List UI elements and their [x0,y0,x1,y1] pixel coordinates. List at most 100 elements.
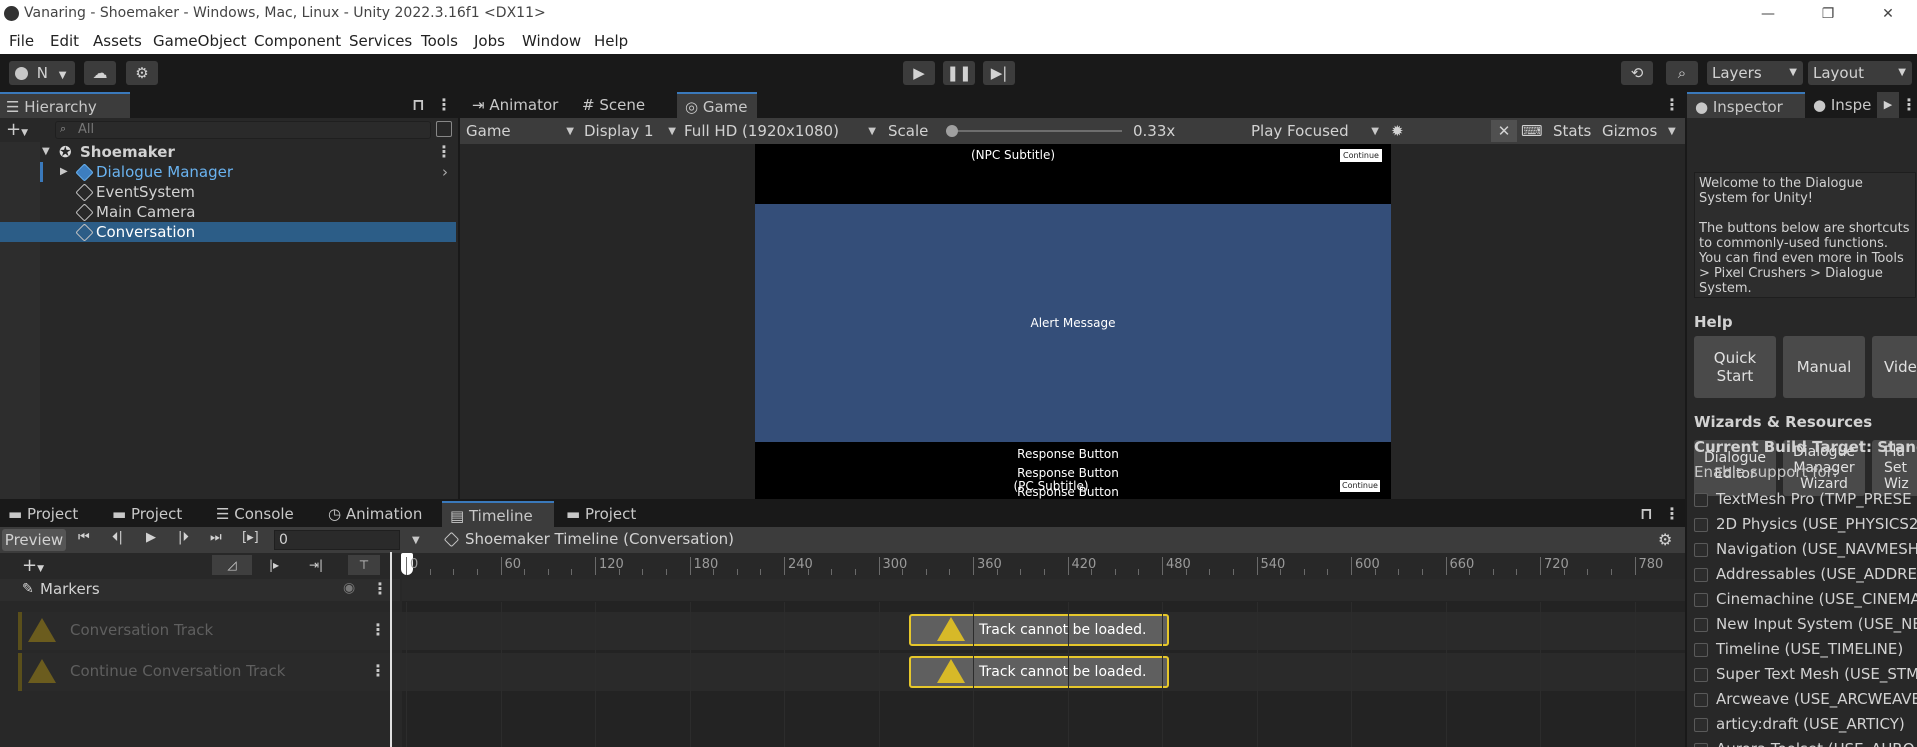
menu-assets[interactable]: Assets [93,32,142,50]
layout-dropdown[interactable]: Layout ▼ [1808,61,1912,85]
maximize-button[interactable]: ❐ [1808,2,1848,26]
step-button[interactable]: ▶| [983,61,1015,85]
play-mode-dropdown[interactable]: Play Focused ▼ [1251,120,1379,142]
hierarchy-item-conversation[interactable]: Conversation [0,222,456,242]
lock-icon[interactable]: ⊓ [1640,504,1653,523]
response-button-1[interactable]: Response Button [755,447,1381,461]
symbol-checkbox[interactable] [1694,493,1708,507]
tab-timeline[interactable]: ▤ Timeline [442,501,554,527]
menu-edit[interactable]: Edit [50,32,79,50]
chevron-down-icon[interactable]: ▼ [412,535,420,546]
next-frame-icon[interactable]: |⏵ [178,530,189,545]
symbol-checkbox[interactable] [1694,618,1708,632]
layers-dropdown[interactable]: Layers ▼ [1707,61,1803,85]
tab-hierarchy[interactable]: ☰ Hierarchy [0,92,130,118]
scene-visibility-icon[interactable] [436,121,452,137]
goto-end-icon[interactable]: ⏭ [210,530,222,545]
scene-more-icon[interactable]: ⋮ [436,142,452,162]
bug-icon[interactable]: ✹ [1391,120,1404,142]
chevron-right-icon[interactable]: › [442,162,448,182]
add-track-icon[interactable]: +▼ [22,555,44,576]
timeline-asset-breadcrumb[interactable]: Shoemaker Timeline (Conversation) [443,530,734,548]
settings-gear-icon[interactable]: ⚙ [1658,530,1672,549]
scale-slider[interactable] [946,125,1122,137]
menu-file[interactable]: File [9,32,34,50]
more-menu-icon[interactable]: ⋮ [372,579,388,598]
tab-console[interactable]: ☰ Console [208,501,320,527]
more-menu-icon[interactable]: ⋮ [436,95,452,114]
mute-audio-icon[interactable]: ✕ [1491,120,1517,142]
more-menu-icon[interactable]: ⋮ [1901,95,1917,114]
game-view-dropdown[interactable]: Game ▼ [466,120,574,142]
replace-mode-icon[interactable]: ⇥| [298,555,334,575]
tab-scene[interactable]: # Scene [570,92,666,118]
more-menu-icon[interactable]: ⋮ [1664,504,1680,523]
cloud-button[interactable]: ☁ [84,61,116,85]
quick-start-button[interactable]: Quick Start [1694,336,1776,398]
history-button[interactable]: ⟲ [1621,61,1653,85]
minimize-button[interactable]: — [1748,2,1788,26]
symbol-checkbox[interactable] [1694,568,1708,582]
account-dropdown[interactable]: N ▼ [9,61,75,85]
chevron-right-icon[interactable]: ▶ [1877,92,1899,118]
menu-tools[interactable]: Tools [421,32,458,50]
menu-services[interactable]: Services [349,32,412,50]
hierarchy-item-dialogue-manager[interactable]: ▶ Dialogue Manager › [0,162,456,182]
resolution-dropdown[interactable]: Full HD (1920x1080) ▼ [684,120,876,142]
hierarchy-item-main-camera[interactable]: Main Camera [0,202,456,222]
timeline-clip-error-2[interactable]: Track cannot be loaded. [909,656,1169,688]
preview-button[interactable]: Preview [2,529,66,551]
loop-icon[interactable]: [▸] [242,530,259,545]
menu-window[interactable]: Window [522,32,581,50]
timeline-clip-error-1[interactable]: Track cannot be loaded. [909,614,1169,646]
track-row-conversation[interactable]: Conversation Track ⋮ [18,612,1685,650]
continue-button-bottom[interactable]: Continue [1340,480,1380,492]
symbol-checkbox[interactable] [1694,743,1708,747]
add-icon[interactable]: +▼ [6,121,28,142]
menu-jobs[interactable]: Jobs [474,32,505,50]
close-button[interactable]: ✕ [1868,2,1908,26]
track-row-continue-conversation[interactable]: Continue Conversation Track ⋮ [18,653,1685,691]
menu-gameobject[interactable]: GameObject [153,32,247,50]
search-button[interactable]: ⌕ [1666,61,1698,85]
tab-inspector-2[interactable]: ● Inspe [1805,92,1883,118]
symbol-checkbox[interactable] [1694,643,1708,657]
continue-button-top[interactable]: Continue [1340,149,1382,162]
symbol-checkbox[interactable] [1694,518,1708,532]
response-button-2[interactable]: Response Button [755,466,1381,480]
manual-button[interactable]: Manual [1783,336,1865,398]
chevron-down-icon[interactable]: ▼ [1668,126,1676,137]
symbol-checkbox[interactable] [1694,543,1708,557]
ripple-mode-icon[interactable]: |▸ [256,555,292,575]
symbol-checkbox[interactable] [1694,718,1708,732]
symbol-checkbox[interactable] [1694,593,1708,607]
gizmos-button[interactable]: Gizmos [1602,120,1657,142]
menu-help[interactable]: Help [594,32,628,50]
game-viewport[interactable]: (NPC Subtitle) Continue Alert Message Re… [755,144,1391,499]
scale-slider-knob[interactable] [946,125,958,137]
symbol-checkbox[interactable] [1694,668,1708,682]
symbol-checkbox[interactable] [1694,693,1708,707]
more-menu-icon[interactable]: ⋮ [1664,95,1680,114]
collab-button[interactable]: ⚙ [126,61,158,85]
track-more-icon[interactable]: ⋮ [370,620,386,639]
hierarchy-search-input[interactable]: ⌕ All [55,121,431,139]
clip-edit-mode-icon[interactable]: ◿ [212,555,252,575]
tab-project-2[interactable]: ▬ Project [104,501,208,527]
lock-icon[interactable]: ⊓ [412,95,425,114]
menu-component[interactable]: Component [254,32,341,50]
tab-animator[interactable]: ⇥ Animator [460,92,570,118]
tab-inspector[interactable]: ● Inspector [1687,92,1805,118]
expand-arrow-icon[interactable]: ▼ [42,142,50,162]
tab-project-1[interactable]: ▬ Project [0,501,104,527]
eye-icon[interactable]: ◉ [343,580,355,596]
prev-frame-icon[interactable]: ⏴| [112,530,123,545]
markers-row[interactable]: ✎ Markers ◉ ⋮ [0,579,400,601]
display-dropdown[interactable]: Display 1 ▼ [584,120,676,142]
goto-start-icon[interactable]: ⏮ [78,530,90,545]
scene-row[interactable]: ▼ ✪ Shoemaker ⋮ [0,142,456,162]
expand-arrow-icon[interactable]: ▶ [60,162,68,182]
playhead[interactable] [390,552,392,747]
hierarchy-item-eventsystem[interactable]: EventSystem [0,182,456,202]
play-button[interactable]: ▶ [903,61,935,85]
